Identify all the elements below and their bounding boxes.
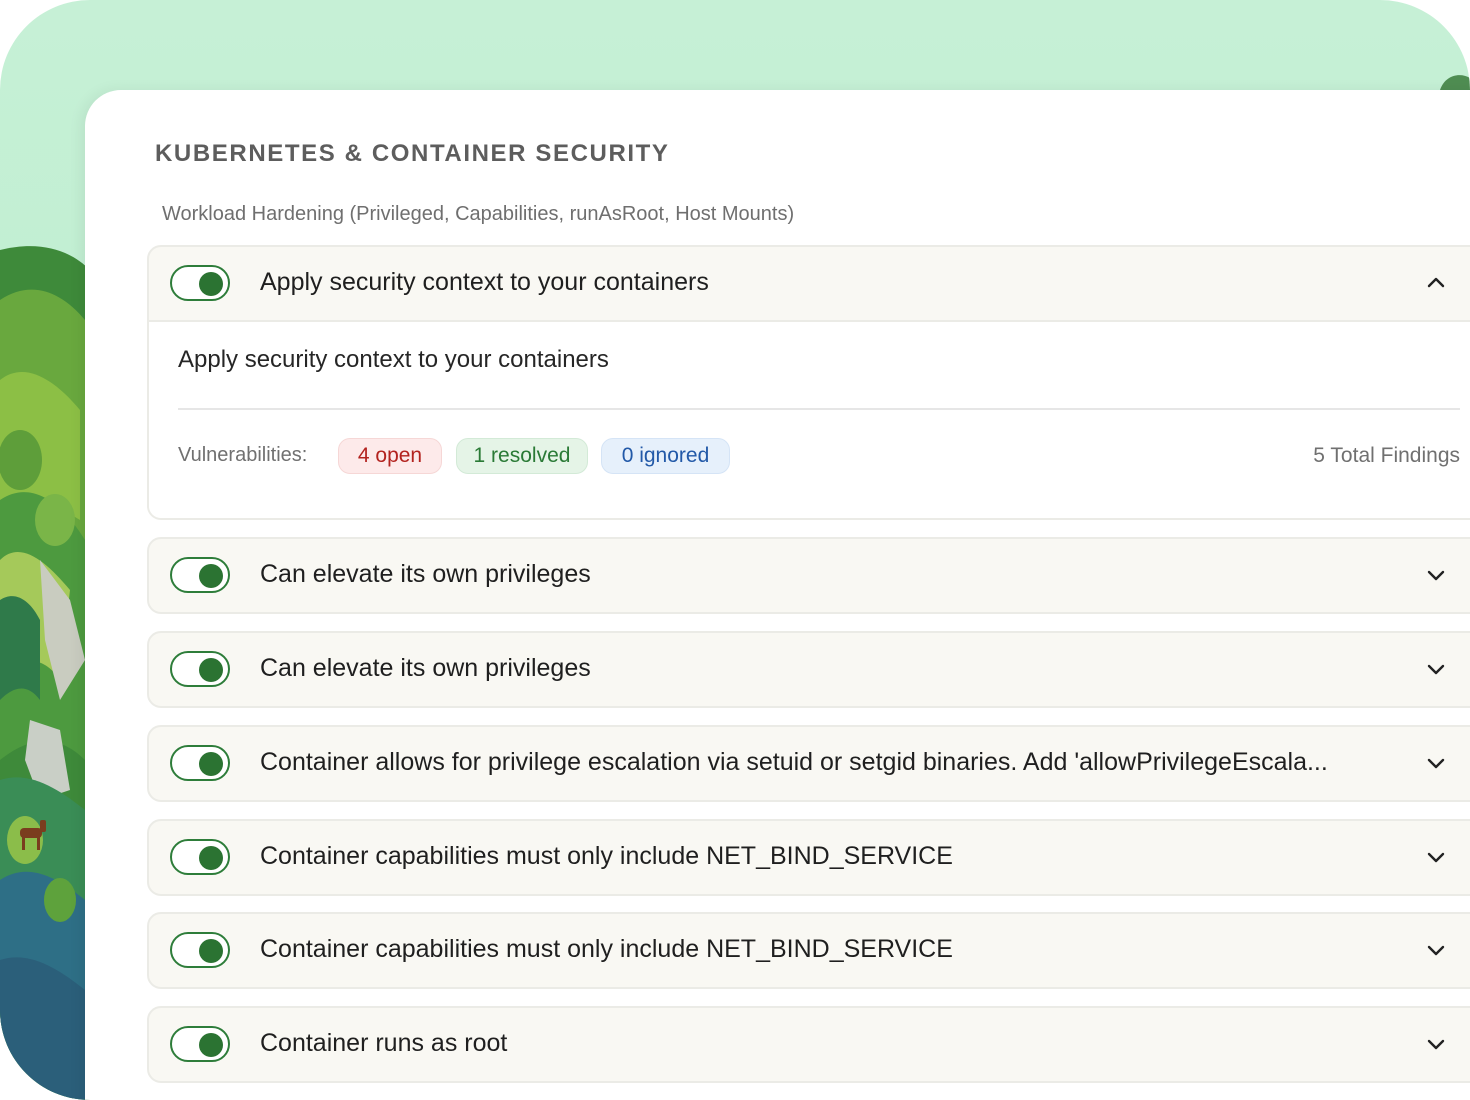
finding-item[interactable]: Can elevate its own privileges bbox=[147, 537, 1470, 614]
chevron-up-icon[interactable] bbox=[1426, 273, 1446, 293]
finding-item[interactable]: Can elevate its own privileges bbox=[147, 631, 1470, 708]
enable-toggle[interactable] bbox=[170, 839, 230, 875]
finding-item[interactable]: Container allows for privilege escalatio… bbox=[147, 725, 1470, 802]
security-panel: KUBERNETES & CONTAINER SECURITY Workload… bbox=[85, 90, 1470, 1100]
finding-item[interactable]: Container capabilities must only include… bbox=[147, 912, 1470, 989]
divider bbox=[178, 408, 1460, 410]
toggle-knob bbox=[199, 563, 223, 588]
chevron-down-icon[interactable] bbox=[1426, 753, 1446, 773]
toggle-knob bbox=[199, 657, 223, 682]
finding-item-title: Container runs as root bbox=[260, 1029, 508, 1057]
finding-item-expanded: Apply security context to your container… bbox=[147, 245, 1470, 520]
enable-toggle[interactable] bbox=[170, 557, 230, 593]
enable-toggle[interactable] bbox=[170, 1026, 230, 1062]
total-findings: 5 Total Findings bbox=[1313, 444, 1460, 467]
toggle-knob bbox=[199, 1032, 223, 1057]
finding-item-title: Can elevate its own privileges bbox=[260, 560, 591, 588]
chevron-down-icon[interactable] bbox=[1426, 565, 1446, 585]
chevron-down-icon[interactable] bbox=[1426, 1034, 1446, 1054]
chevron-down-icon[interactable] bbox=[1426, 659, 1446, 679]
toggle-knob bbox=[199, 845, 223, 870]
chevron-down-icon[interactable] bbox=[1426, 847, 1446, 867]
section-subtitle: Workload Hardening (Privileged, Capabili… bbox=[162, 203, 795, 225]
toggle-knob bbox=[199, 271, 223, 296]
toggle-knob bbox=[199, 938, 223, 963]
enable-toggle[interactable] bbox=[170, 265, 230, 301]
finding-details: Apply security context to your container… bbox=[149, 320, 1470, 518]
finding-item[interactable]: Container capabilities must only include… bbox=[147, 819, 1470, 896]
window-frame: KUBERNETES & CONTAINER SECURITY Workload… bbox=[0, 0, 1470, 1100]
finding-item-title: Container capabilities must only include… bbox=[260, 842, 953, 870]
toggle-knob bbox=[199, 751, 223, 776]
section-title: KUBERNETES & CONTAINER SECURITY bbox=[155, 140, 670, 167]
chevron-down-icon[interactable] bbox=[1426, 940, 1446, 960]
finding-item-title: Container capabilities must only include… bbox=[260, 935, 953, 963]
details-title: Apply security context to your container… bbox=[178, 346, 609, 373]
enable-toggle[interactable] bbox=[170, 651, 230, 687]
finding-item-title: Apply security context to your container… bbox=[260, 268, 709, 296]
resolved-count-badge[interactable]: 1 resolved bbox=[456, 438, 588, 474]
finding-item-title: Container allows for privilege escalatio… bbox=[260, 748, 1328, 776]
ignored-count-badge[interactable]: 0 ignored bbox=[601, 438, 730, 474]
finding-item[interactable]: Container runs as root bbox=[147, 1006, 1470, 1083]
finding-item-title: Can elevate its own privileges bbox=[260, 654, 591, 682]
enable-toggle[interactable] bbox=[170, 932, 230, 968]
vulnerabilities-label: Vulnerabilities: bbox=[178, 444, 308, 466]
open-count-badge[interactable]: 4 open bbox=[338, 438, 442, 474]
finding-item-header[interactable]: Apply security context to your container… bbox=[149, 247, 1470, 320]
enable-toggle[interactable] bbox=[170, 745, 230, 781]
